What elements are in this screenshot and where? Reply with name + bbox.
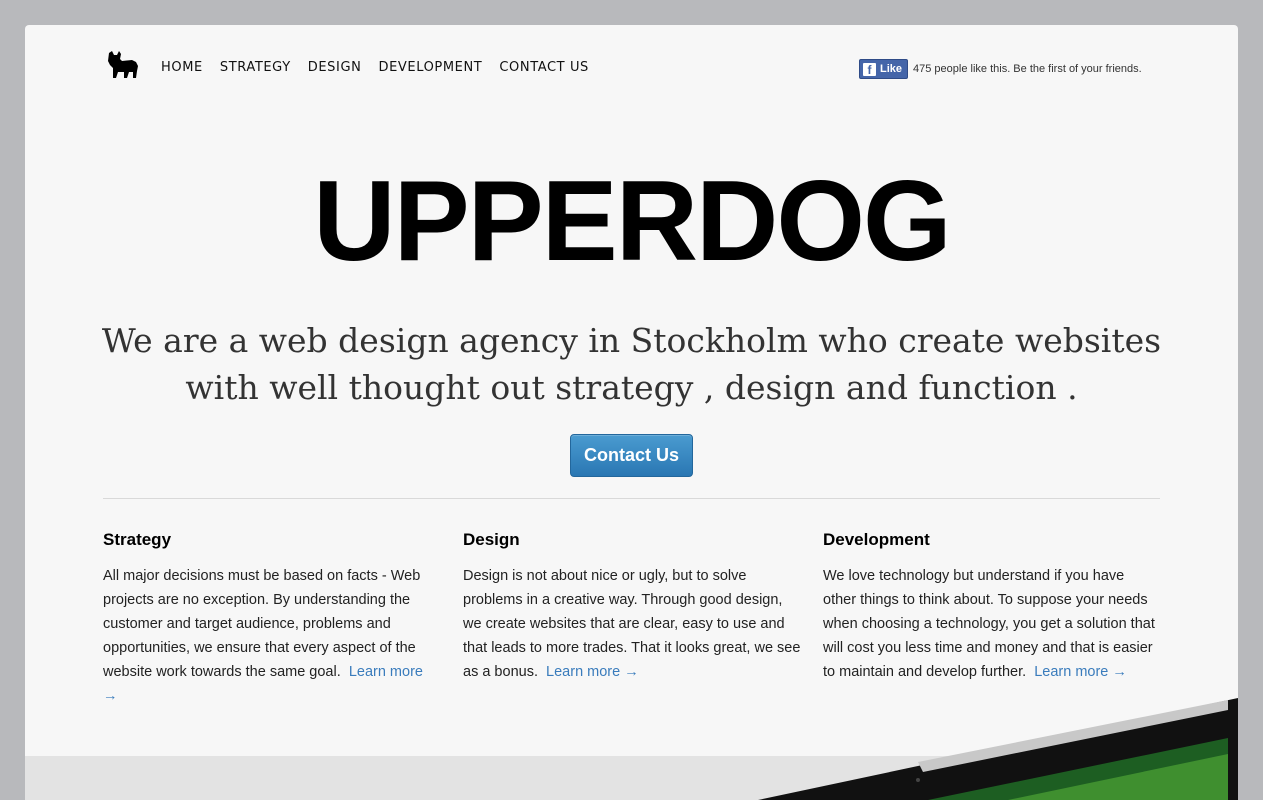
page-container: HOME STRATEGY DESIGN DEVELOPMENT CONTACT… bbox=[25, 25, 1238, 800]
service-description: We love technology but understand if you… bbox=[823, 564, 1161, 684]
service-design: Design Design is not about nice or ugly,… bbox=[463, 530, 801, 708]
services-columns: Strategy All major decisions must be bas… bbox=[103, 530, 1161, 708]
hero-subtitle: We are a web design agency in Stockholm … bbox=[101, 321, 1162, 407]
service-development: Development We love technology but under… bbox=[823, 530, 1161, 708]
nav-home[interactable]: HOME bbox=[161, 60, 203, 75]
service-description: Design is not about nice or ugly, but to… bbox=[463, 564, 801, 684]
service-strategy: Strategy All major decisions must be bas… bbox=[103, 530, 441, 708]
nav-strategy[interactable]: STRATEGY bbox=[220, 60, 291, 75]
nav-development[interactable]: DEVELOPMENT bbox=[378, 60, 482, 75]
service-heading: Development bbox=[823, 530, 930, 549]
service-description: All major decisions must be based on fac… bbox=[103, 564, 441, 708]
facebook-like-button[interactable]: f Like bbox=[859, 59, 909, 79]
nav-design[interactable]: DESIGN bbox=[308, 60, 362, 75]
service-heading: Strategy bbox=[103, 530, 172, 549]
facebook-like-widget: f Like 475 people like this. Be the firs… bbox=[859, 59, 1142, 79]
section-divider bbox=[103, 498, 1160, 499]
laptop-screen-image bbox=[758, 698, 1238, 800]
service-heading: Design bbox=[463, 530, 520, 549]
main-menu: HOME STRATEGY DESIGN DEVELOPMENT CONTACT… bbox=[161, 58, 589, 76]
learn-more-link-development[interactable]: Learn more → bbox=[1034, 664, 1127, 680]
facebook-f-icon: f bbox=[863, 62, 876, 77]
facebook-like-count-text: 475 people like this. Be the first of yo… bbox=[913, 63, 1142, 75]
top-navigation: HOME STRATEGY DESIGN DEVELOPMENT CONTACT… bbox=[25, 25, 1238, 105]
contact-us-button[interactable]: Contact Us bbox=[570, 434, 693, 477]
nav-contact-us[interactable]: CONTACT US bbox=[499, 60, 589, 75]
facebook-like-label: Like bbox=[880, 63, 903, 75]
learn-more-link-design[interactable]: Learn more → bbox=[546, 664, 639, 680]
hero-title: UPPERDOG bbox=[313, 158, 951, 285]
bulldog-icon[interactable] bbox=[107, 51, 139, 79]
